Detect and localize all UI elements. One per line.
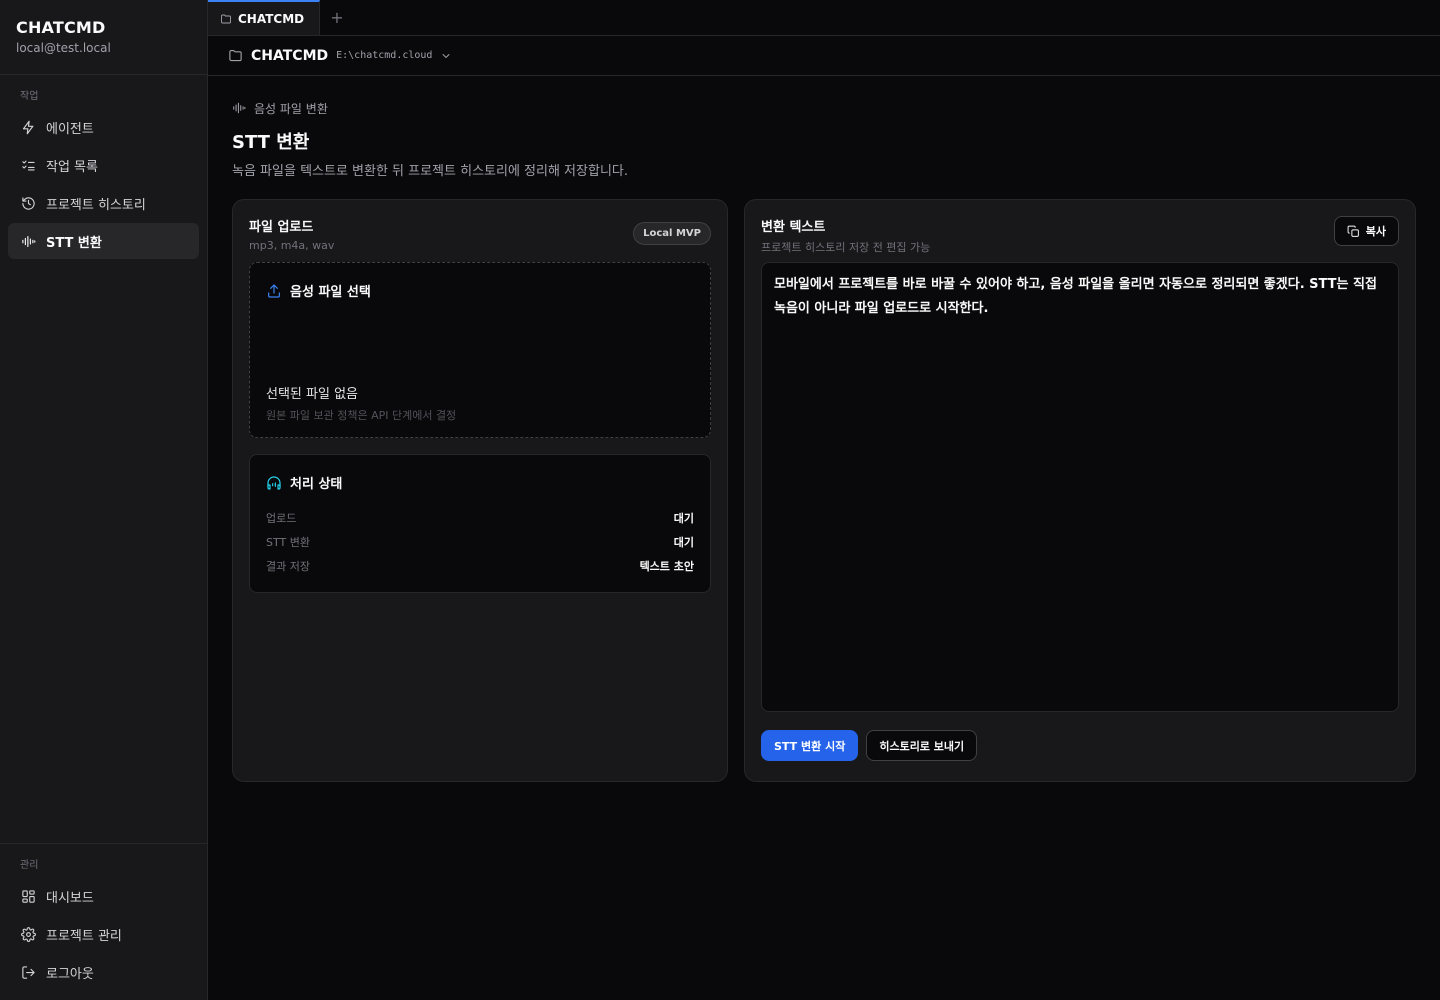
- sidebar-item-label: 대시보드: [46, 890, 94, 906]
- processing-status-panel: 처리 상태 업로드 대기 STT 변환 대기 결과 저장 텍스트 초안: [249, 454, 711, 593]
- upload-card: 파일 업로드 mp3, m4a, wav Local MVP 음성 파일 선택 …: [232, 199, 728, 782]
- sidebar-item-task-list[interactable]: 작업 목록: [8, 147, 199, 183]
- nav-work: 작업 에이전트 작업 목록 프로젝트 히스토리 STT 변환: [0, 75, 207, 261]
- status-row-stt: STT 변환 대기: [266, 530, 694, 554]
- status-title-label: 처리 상태: [290, 477, 343, 492]
- logout-icon: [20, 964, 36, 980]
- page-title: STT 변환: [232, 132, 310, 153]
- copy-label: 복사: [1365, 225, 1386, 238]
- transcript-card-title: 변환 텍스트: [761, 220, 826, 235]
- chevron-down-icon[interactable]: [440, 50, 452, 62]
- gear-icon: [20, 926, 36, 942]
- transcript-textarea[interactable]: 모바일에서 프로젝트를 바로 바꿀 수 있어야 하고, 음성 파일을 올리면 자…: [761, 262, 1399, 712]
- sidebar-item-label: 프로젝트 히스토리: [46, 197, 146, 213]
- transcript-card-subtitle: 프로젝트 히스토리 저장 전 편집 가능: [761, 241, 931, 254]
- bolt-icon: [20, 119, 36, 135]
- select-file-label: 음성 파일 선택: [290, 285, 371, 300]
- status-value: 대기: [673, 536, 694, 549]
- headphones-icon: [267, 475, 281, 490]
- content-grid: 파일 업로드 mp3, m4a, wav Local MVP 음성 파일 선택 …: [232, 199, 1416, 782]
- sidebar-item-stt[interactable]: STT 변환: [8, 223, 199, 259]
- status-title: 처리 상태: [266, 473, 694, 492]
- status-key: STT 변환: [266, 536, 310, 549]
- status-row-save: 결과 저장 텍스트 초안: [266, 554, 694, 578]
- copy-button[interactable]: 복사: [1333, 216, 1399, 246]
- page-eyebrow: 음성 파일 변환: [232, 100, 1416, 116]
- upload-formats: mp3, m4a, wav: [249, 239, 335, 252]
- upload-card-title: 파일 업로드: [249, 220, 314, 235]
- audio-wave-icon: [20, 233, 36, 249]
- audio-wave-icon: [233, 102, 246, 114]
- project-path-bar: CHATCMD E:\chatcmd.cloud: [208, 36, 1440, 76]
- page-subtitle: 녹음 파일을 텍스트로 변환한 뒤 프로젝트 히스토리에 정리해 저장합니다.: [232, 164, 628, 179]
- mode-badge: Local MVP: [633, 222, 711, 245]
- select-audio-file-button[interactable]: 음성 파일 선택: [266, 281, 694, 300]
- nav-heading-work: 작업: [20, 91, 39, 102]
- eyebrow-label: 음성 파일 변환: [254, 101, 328, 116]
- list-check-icon: [20, 157, 36, 173]
- status-value: 텍스트 초안: [639, 560, 694, 573]
- transcript-actions: STT 변환 시작 히스토리로 보내기: [761, 730, 1399, 761]
- status-key: 업로드: [266, 512, 297, 525]
- folder-icon: [229, 49, 242, 62]
- status-value: 대기: [673, 512, 694, 525]
- upload-card-header: 파일 업로드 mp3, m4a, wav Local MVP: [249, 216, 711, 254]
- copy-icon: [1347, 225, 1359, 237]
- file-dropzone[interactable]: 음성 파일 선택 선택된 파일 없음 원본 파일 보관 정책은 API 단계에서…: [249, 262, 711, 438]
- retention-note: 원본 파일 보관 정책은 API 단계에서 결정: [266, 409, 457, 422]
- selected-file-status: 선택된 파일 없음: [266, 387, 358, 402]
- sidebar-item-agent[interactable]: 에이전트: [8, 109, 199, 145]
- status-row-upload: 업로드 대기: [266, 506, 694, 530]
- tab-label: CHATCMD: [238, 11, 305, 26]
- nav-manage: 관리 대시보드 프로젝트 관리 로그아웃: [0, 843, 207, 1000]
- transcript-card-header: 변환 텍스트 프로젝트 히스토리 저장 전 편집 가능 복사: [761, 216, 1399, 254]
- sidebar-item-project-settings[interactable]: 프로젝트 관리: [8, 916, 199, 952]
- sidebar-item-project-history[interactable]: 프로젝트 히스토리: [8, 185, 199, 221]
- sidebar: CHATCMD local@test.local 작업 에이전트 작업 목록 프…: [0, 0, 208, 1000]
- add-tab-button[interactable]: +: [320, 0, 354, 35]
- sidebar-item-logout[interactable]: 로그아웃: [8, 954, 199, 990]
- tab-chatcmd[interactable]: CHATCMD: [208, 0, 320, 35]
- sidebar-item-label: 작업 목록: [46, 159, 98, 175]
- app-root: CHATCMD local@test.local 작업 에이전트 작업 목록 프…: [0, 0, 1440, 1000]
- status-key: 결과 저장: [266, 560, 310, 573]
- main-area: CHATCMD + CHATCMD E:\chatcmd.cloud 음성 파일…: [208, 0, 1440, 1000]
- sidebar-item-label: 프로젝트 관리: [46, 928, 122, 944]
- brand-name: CHATCMD: [16, 18, 106, 37]
- dashboard-icon: [20, 888, 36, 904]
- sidebar-item-label: STT 변환: [46, 235, 102, 251]
- sidebar-item-label: 에이전트: [46, 121, 94, 137]
- sidebar-item-dashboard[interactable]: 대시보드: [8, 878, 199, 914]
- folder-icon: [221, 14, 231, 23]
- sidebar-item-label: 로그아웃: [46, 966, 94, 982]
- page-content: 음성 파일 변환 STT 변환 녹음 파일을 텍스트로 변환한 뒤 프로젝트 히…: [208, 76, 1440, 782]
- send-to-history-button[interactable]: 히스토리로 보내기: [866, 730, 978, 761]
- nav-heading-manage: 관리: [20, 860, 39, 871]
- history-icon: [20, 195, 36, 211]
- tab-bar: CHATCMD +: [208, 0, 1440, 36]
- transcript-card: 변환 텍스트 프로젝트 히스토리 저장 전 편집 가능 복사 모바일에서 프로젝…: [744, 199, 1416, 782]
- start-stt-button[interactable]: STT 변환 시작: [761, 730, 859, 761]
- project-directory: E:\chatcmd.cloud: [336, 50, 433, 61]
- user-email: local@test.local: [16, 41, 111, 55]
- project-name: CHATCMD: [251, 47, 329, 64]
- brand: CHATCMD local@test.local: [0, 0, 207, 75]
- upload-icon: [268, 283, 280, 298]
